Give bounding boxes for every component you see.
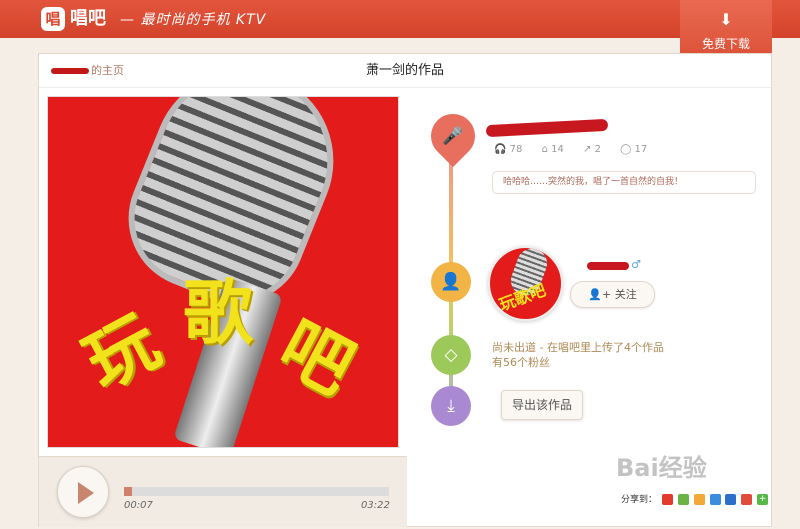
rank-line-1: 尚未出道 - 在唱吧里上传了4个作品 [492,341,664,354]
page-title: 萧一剑的作品 [365,63,444,78]
share-label: 分享到： [621,495,658,505]
follow-button[interactable]: 👤+ 关注 [570,281,655,308]
share-qq-icon[interactable] [725,494,737,505]
cover-text-2: 歌 [183,272,253,354]
brand-name[interactable]: 唱吧 [70,8,106,30]
progress-bar[interactable] [124,487,389,496]
user-icon: 👤 [431,262,471,302]
cover-text-1: 玩 [71,299,172,405]
avatar[interactable]: 玩歌吧 [488,246,563,321]
redacted-song-title [485,118,609,138]
download-icon: ⬇ [719,10,733,29]
cover-text-3: 吧 [266,304,367,410]
avatar-text: 玩歌吧 [496,280,549,315]
share-douban-icon[interactable] [741,494,753,505]
song-description: 哈哈哈……突然的我，唱了一首自然的自我！ [492,171,756,194]
download-label: 免费下载 [701,37,750,51]
export-icon: ⤓ [431,386,471,426]
progress-fill [124,487,132,496]
share-bar: 分享到： + [621,494,769,506]
logo-icon[interactable]: 唱 [41,7,65,31]
total-time: 03:22 [361,500,390,511]
card-header: 的主页 萧一剑的作品 [39,54,771,88]
export-work-button[interactable]: 导出该作品 [501,390,583,420]
current-time: 00:07 [124,500,153,511]
comments-stat: ◯ 17 [620,144,648,155]
song-stats: 🎧 78 ⌂ 14 ↗ 2 ◯ 17 [494,143,663,157]
user-rank-info: 尚未出道 - 在唱吧里上传了4个作品 有56个粉丝 [492,340,664,370]
play-icon [78,482,94,504]
share-renren-icon[interactable] [709,494,721,505]
diamond-icon: ◇ [431,335,471,375]
rank-line-2: 有56个粉丝 [492,356,550,369]
add-user-icon: 👤+ [588,288,612,301]
flowers-stat: ⌂ 14 [541,144,564,155]
listens-stat: 🎧 78 [494,144,523,155]
share-weibo-icon[interactable] [661,494,673,505]
redacted-user-name [587,262,629,270]
shares-stat: ↗ 2 [583,144,601,155]
follow-label: 关注 [614,288,637,301]
watermark: Bai经验 [616,454,707,482]
male-icon: ♂ [631,258,641,271]
slogan: — 最时尚的手机 KTV [120,12,267,28]
share-qzone-icon[interactable] [693,494,705,505]
play-button[interactable] [57,466,109,518]
microphone-icon: 🎤 [421,104,485,168]
audio-player: 00:07 03:22 [39,456,407,527]
song-cover-image: 玩 歌 吧 [47,96,399,448]
share-wechat-icon[interactable] [677,494,689,505]
share-more-icon[interactable]: + [757,494,769,505]
